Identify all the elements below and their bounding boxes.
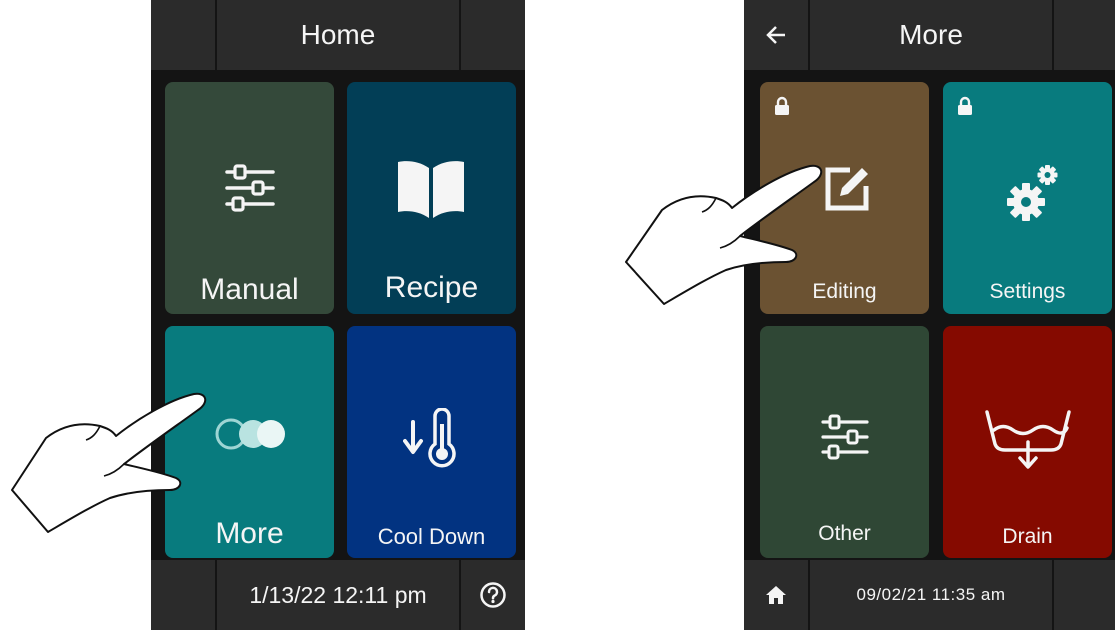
top-left-slot	[151, 0, 217, 70]
top-bar: Home	[151, 0, 525, 70]
bottom-left-slot	[151, 560, 217, 630]
manual-tile[interactable]: Manual	[165, 82, 334, 314]
more-screen: More Editing Settings Other Drain 09/02/…	[744, 0, 1115, 630]
datetime-container: 1/13/22 12:11 pm	[217, 560, 459, 630]
back-button[interactable]	[744, 0, 810, 70]
recipe-tile[interactable]: Recipe	[347, 82, 516, 314]
question-circle-icon	[480, 582, 506, 608]
other-label: Other	[818, 522, 871, 545]
lock-icon	[775, 96, 789, 115]
page-title: Home	[300, 19, 376, 50]
page-title-container: More	[810, 0, 1052, 70]
top-right-slot	[459, 0, 525, 70]
settings-label: Settings	[989, 280, 1066, 303]
home-screen: Home Manual Recipe More Cool Down 1/13/2…	[151, 0, 525, 630]
gears-icon	[1007, 165, 1058, 221]
more-tile[interactable]: More	[165, 326, 334, 558]
datetime-container: 09/02/21 11:35 am	[810, 560, 1052, 630]
bottom-right-slot	[1052, 560, 1115, 630]
datetime: 09/02/21 11:35 am	[856, 585, 1006, 604]
settings-tile[interactable]: Settings	[943, 82, 1112, 314]
edit-icon	[825, 167, 869, 211]
editing-tile[interactable]: Editing	[760, 82, 929, 314]
drain-icon	[985, 410, 1071, 469]
cool-down-label: Cool Down	[377, 524, 486, 549]
home-button[interactable]	[744, 560, 810, 630]
more-label: More	[215, 517, 284, 550]
recipe-label: Recipe	[384, 271, 479, 304]
bottom-bar: 1/13/22 12:11 pm	[151, 560, 525, 630]
sliders-icon	[225, 164, 275, 212]
book-icon	[398, 161, 464, 218]
bottom-bar: 09/02/21 11:35 am	[744, 560, 1115, 630]
lock-icon	[958, 96, 972, 115]
arrow-left-icon	[766, 26, 785, 44]
drain-tile[interactable]: Drain	[943, 326, 1112, 558]
other-tile[interactable]: Other	[760, 326, 929, 558]
thermometer-down-icon	[403, 408, 456, 468]
help-button[interactable]	[459, 560, 525, 630]
drain-label: Drain	[1002, 525, 1053, 548]
top-right-slot	[1052, 0, 1115, 70]
manual-label: Manual	[200, 273, 299, 306]
top-bar: More	[744, 0, 1115, 70]
page-title: More	[899, 19, 963, 50]
home-icon	[766, 586, 786, 604]
toggle-circles-icon	[215, 418, 285, 450]
datetime: 1/13/22 12:11 pm	[249, 581, 427, 608]
sliders-icon	[821, 414, 869, 460]
editing-label: Editing	[812, 280, 877, 303]
cool-down-tile[interactable]: Cool Down	[347, 326, 516, 558]
page-title-container: Home	[217, 0, 459, 70]
